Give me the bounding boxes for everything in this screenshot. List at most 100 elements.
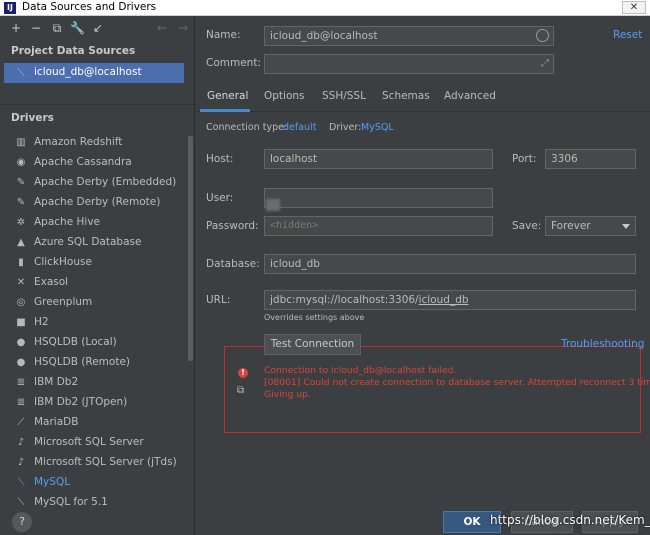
driver-item[interactable]: ■ H2 <box>0 313 190 333</box>
driver-label: H2 <box>34 316 49 328</box>
data-source-item[interactable]: ⟍ icloud_db@localhost <box>4 63 184 83</box>
connection-type-link[interactable]: default <box>283 122 316 133</box>
forward-icon[interactable]: → <box>176 21 190 35</box>
window-title: Data Sources and Drivers <box>22 1 157 13</box>
driver-link[interactable]: MySQL <box>361 122 394 133</box>
sql-server-icon: ♪ <box>17 457 25 468</box>
h2-icon: ■ <box>16 317 26 328</box>
error-box: ! ⧉ Connection to icloud_db@localhost fa… <box>224 346 650 433</box>
driver-label: Microsoft SQL Server (jTds) <box>34 456 177 468</box>
driver-item[interactable]: ● HSQLDB (Remote) <box>0 353 190 373</box>
user-field[interactable] <box>264 188 493 208</box>
port-field[interactable]: 3306 <box>545 149 636 169</box>
driver-item[interactable]: ● HSQLDB (Local) <box>0 333 190 353</box>
add-icon[interactable]: + <box>9 21 23 35</box>
driver-item[interactable]: ♪ Microsoft SQL Server (jTds) <box>0 453 190 473</box>
exasol-icon: ✕ <box>16 277 26 288</box>
url-prefix: jdbc:mysql://localhost:3306/ <box>270 294 419 306</box>
driver-item[interactable]: ♪ Microsoft SQL Server <box>0 433 190 453</box>
azure-icon: ▲ <box>17 237 25 248</box>
copy-icon[interactable]: ⧉ <box>237 385 249 397</box>
tab-bar: General Options SSH/SSL Schemas Advanced <box>196 84 650 112</box>
driver-label: Azure SQL Database <box>34 236 142 248</box>
duplicate-icon[interactable]: ⧉ <box>50 21 64 35</box>
driver-label: MySQL <box>34 476 71 488</box>
left-toolbar: + − ⧉ 🔧 ↙ ← → <box>0 16 194 40</box>
drivers-title: Drivers <box>11 112 54 124</box>
driver-label: Apache Derby (Remote) <box>34 196 161 208</box>
driver-item[interactable]: ✲ Apache Hive <box>0 213 190 233</box>
help-button[interactable]: ? <box>12 512 32 532</box>
driver-label: MySQL for 5.1 <box>34 496 108 508</box>
driver-label: Exasol <box>34 276 69 288</box>
error-line: Giving up. <box>264 389 311 400</box>
cassandra-icon: ◉ <box>16 157 26 168</box>
tab-advanced[interactable]: Advanced <box>444 90 496 102</box>
database-label: Database: <box>206 258 260 270</box>
driver-label: Apache Derby (Embedded) <box>34 176 177 188</box>
user-label: User: <box>206 192 234 204</box>
error-line: Connection to icloud_db@localhost failed… <box>264 365 457 376</box>
host-field[interactable]: localhost <box>264 149 493 169</box>
redshift-icon: ▥ <box>16 137 26 148</box>
tab-options[interactable]: Options <box>264 90 305 102</box>
driver-item[interactable]: ⟍ MySQL <box>0 473 190 493</box>
driver-item[interactable]: ◎ Greenplum <box>0 293 190 313</box>
save-select[interactable]: Forever <box>545 216 636 236</box>
name-field[interactable]: icloud_db@localhost <box>264 26 554 46</box>
mysql-dolphin-icon: ⟍ <box>17 66 25 79</box>
driver-item[interactable]: ✎ Apache Derby (Remote) <box>0 193 190 213</box>
save-value: Forever <box>551 220 591 232</box>
driver-item[interactable]: ⟍ MySQL for 5.1 <box>0 493 190 513</box>
drivers-scrollbar[interactable] <box>188 136 193 361</box>
tab-ssh-ssl[interactable]: SSH/SSL <box>322 90 366 102</box>
intellij-icon: IJ <box>4 2 16 14</box>
driver-label: Apache Hive <box>34 216 100 228</box>
database-field[interactable]: icloud_db <box>264 254 636 274</box>
tab-schemas[interactable]: Schemas <box>382 90 430 102</box>
driver-item[interactable]: ▥ Amazon Redshift <box>0 133 190 153</box>
driver-item[interactable]: ⟋ MariaDB <box>0 413 190 433</box>
connection-type-label: Connection type: <box>206 122 288 133</box>
test-connection-button[interactable]: Test Connection <box>264 334 361 355</box>
ibm-icon: ≣ <box>16 377 26 388</box>
driver-item[interactable]: ≣ IBM Db2 <box>0 373 190 393</box>
ibm-icon: ≣ <box>16 397 26 408</box>
driver-label: Greenplum <box>34 296 93 308</box>
driver-label: IBM Db2 <box>34 376 79 388</box>
driver-item[interactable]: ▲ Azure SQL Database <box>0 233 190 253</box>
expand-icon[interactable]: ⤢ <box>541 58 549 69</box>
host-label: Host: <box>206 153 234 165</box>
driver-item[interactable]: ✕ Exasol <box>0 273 190 293</box>
password-field[interactable]: <hidden> <box>264 216 493 236</box>
mysql-dolphin-icon: ⟍ <box>17 477 25 488</box>
driver-item[interactable]: ◉ Apache Cassandra <box>0 153 190 173</box>
reset-link[interactable]: Reset <box>613 29 642 41</box>
export-icon[interactable]: ↙ <box>91 21 105 35</box>
name-value: icloud_db@localhost <box>270 30 378 42</box>
clickhouse-icon: ▮ <box>18 257 24 268</box>
tab-general[interactable]: General <box>207 90 248 102</box>
driver-label: MariaDB <box>34 416 79 428</box>
derby-icon: ✎ <box>16 177 26 188</box>
url-database: icloud_db <box>418 294 469 306</box>
driver-label: ClickHouse <box>34 256 92 268</box>
driver-label: Apache Cassandra <box>34 156 132 168</box>
comment-field[interactable]: ⤢ <box>264 54 554 74</box>
close-button[interactable]: ✕ <box>622 1 646 14</box>
divider <box>0 104 194 105</box>
color-circle-icon[interactable] <box>536 29 549 42</box>
driver-item[interactable]: ✎ Apache Derby (Embedded) <box>0 173 190 193</box>
driver-item[interactable]: ▮ ClickHouse <box>0 253 190 273</box>
back-icon[interactable]: ← <box>155 21 169 35</box>
active-tab-indicator <box>200 109 250 112</box>
error-line: [08001] Could not create connection to d… <box>264 377 650 388</box>
driver-label: Driver: <box>329 122 362 133</box>
driver-label: IBM Db2 (JTOpen) <box>34 396 128 408</box>
comment-label: Comment: <box>206 57 261 69</box>
url-field[interactable]: jdbc:mysql://localhost:3306/icloud_db <box>264 290 636 310</box>
troubleshooting-link[interactable]: Troubleshooting <box>561 338 644 350</box>
wrench-icon[interactable]: 🔧 <box>70 21 85 35</box>
remove-icon[interactable]: − <box>29 21 43 35</box>
driver-item[interactable]: ≣ IBM Db2 (JTOpen) <box>0 393 190 413</box>
